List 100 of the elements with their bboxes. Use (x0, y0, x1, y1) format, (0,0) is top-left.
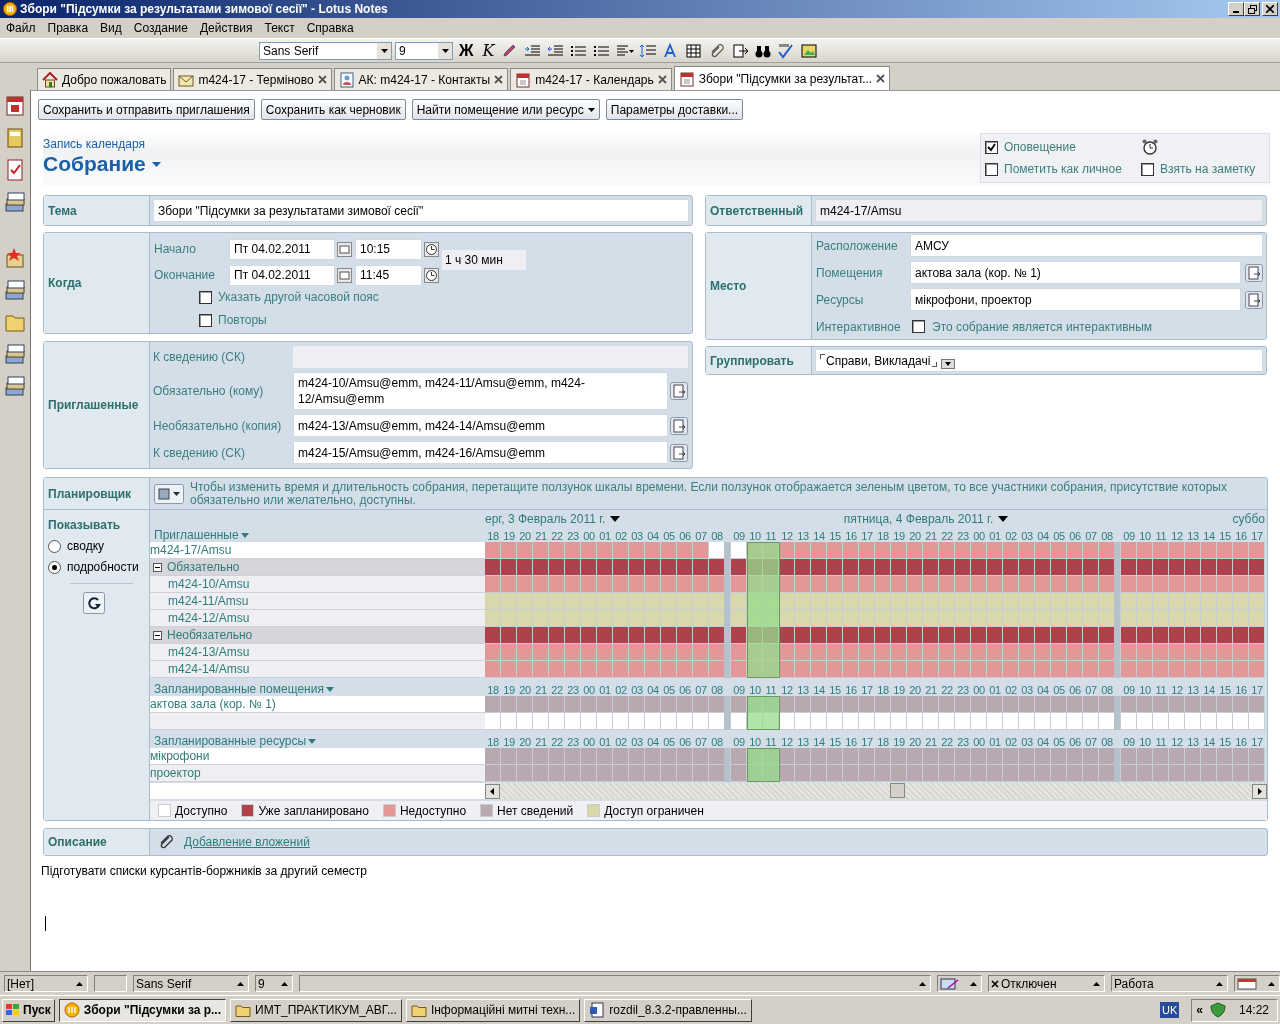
address-book-icon[interactable] (1245, 290, 1263, 309)
close-tab-icon[interactable] (317, 75, 327, 84)
action-button[interactable]: Сохранить и отправить приглашения (38, 99, 255, 120)
date-header[interactable]: пятница, 4 Февраль 2011 г. (843, 512, 1009, 526)
view-menu-icon[interactable] (154, 483, 184, 504)
bold-button[interactable]: Ж (456, 41, 477, 60)
language-indicator[interactable]: UK (1160, 1002, 1180, 1018)
stack-icon[interactable] (4, 278, 26, 302)
inbox-status[interactable] (1234, 975, 1280, 992)
document-tab[interactable]: АК: m424-17 - Контакты (333, 68, 509, 90)
spacing-icon[interactable] (639, 42, 658, 59)
dropdown-icon[interactable] (941, 358, 956, 369)
menu-item[interactable]: Правка (41, 21, 95, 35)
document-tab[interactable]: Добро пожаловать (37, 68, 172, 90)
restore-button[interactable] (1244, 2, 1260, 16)
scroll-left-icon[interactable] (485, 783, 500, 799)
start-button[interactable]: Пуск (2, 998, 55, 1022)
document-tab[interactable]: m424-17 - Терміново (173, 68, 332, 90)
attach-link[interactable]: Добавление вложений (184, 835, 310, 849)
location-field[interactable]: АМСУ (910, 234, 1263, 257)
subject-field[interactable]: Збори "Підсумки за результатами зимової сесії" (153, 199, 689, 222)
outdent-icon[interactable] (547, 42, 566, 59)
form-type-dropdown[interactable]: Собрание (43, 152, 161, 176)
size-status[interactable]: 9 (255, 975, 293, 992)
radio-button[interactable] (48, 560, 61, 574)
menu-item[interactable]: Текст (258, 21, 301, 35)
calendar-icon[interactable] (337, 267, 352, 283)
address-book-icon[interactable] (670, 382, 688, 400)
italic-button[interactable]: K (479, 41, 498, 60)
checkbox[interactable] (985, 162, 998, 176)
checkbox[interactable] (199, 313, 212, 327)
close-tab-icon[interactable] (494, 75, 504, 84)
menu-item[interactable]: Вид (94, 21, 128, 35)
address-field[interactable]: m424-15/Amsu@emm, m424-16/Amsu@emm (293, 441, 668, 464)
checkbox[interactable] (912, 320, 925, 333)
menu-item[interactable]: Файл (0, 21, 42, 35)
date-field[interactable]: Пт 04.02.2011 (229, 238, 335, 260)
checklist-icon[interactable] (4, 158, 26, 182)
calendar-icon[interactable] (337, 241, 352, 257)
collapse-icon[interactable] (153, 630, 162, 640)
date-header[interactable]: ерг, 3 Февраль 2011 г. (485, 512, 621, 526)
book-icon[interactable] (4, 126, 26, 150)
font-status[interactable]: Sans Serif (133, 975, 249, 992)
time-slider[interactable] (747, 748, 780, 782)
taskbar-button[interactable]: Збори "Підсумки за р... (58, 998, 227, 1022)
stack-icon[interactable] (4, 190, 26, 214)
taskbar-button[interactable]: ИМТ_ПРАКТИКУМ_АВГ... (230, 998, 402, 1022)
place-status[interactable]: Работа (1111, 975, 1228, 992)
close-tab-icon[interactable] (657, 75, 667, 84)
spell-icon[interactable] (777, 42, 796, 59)
section-header[interactable]: Приглашенные (154, 528, 249, 542)
message-status[interactable] (299, 975, 931, 992)
address-field[interactable]: m424-10/Amsu@emm, m424-11/Amsu@emm, m424-12/Amsu@emm (293, 372, 668, 410)
action-button[interactable]: Найти помещение или ресурс (411, 99, 600, 120)
action-button[interactable]: Параметры доставки... (605, 99, 744, 120)
close-tab-icon[interactable] (876, 74, 886, 83)
paperclip-icon[interactable] (158, 834, 174, 850)
caret-icon[interactable] (610, 516, 621, 522)
body-text[interactable]: Підготувати списки курсантів-боржників за другий семестр (41, 864, 367, 878)
indent-icon[interactable] (524, 42, 543, 59)
time-slider[interactable] (747, 696, 780, 730)
category-field[interactable]: Справи, Викладачі (815, 349, 1263, 372)
clock-icon[interactable] (424, 267, 439, 283)
taskbar-button[interactable]: Інформаційні митні техн... (405, 998, 581, 1022)
document-tab[interactable]: m424-17 - Календарь (510, 68, 672, 90)
lookup-field[interactable]: актова зала (кор. № 1) (910, 261, 1241, 284)
address-book-icon[interactable] (670, 416, 688, 435)
scroll-thumb[interactable] (890, 783, 905, 798)
table-icon[interactable] (685, 42, 704, 59)
radio-button[interactable] (48, 539, 61, 553)
document-tab[interactable]: Збори "Підсумки за результат... (673, 66, 891, 90)
scroll-right-icon[interactable] (1252, 783, 1267, 799)
refresh-icon[interactable] (83, 592, 105, 614)
menu-item[interactable]: Создание (127, 21, 194, 35)
replication-status[interactable] (937, 975, 982, 992)
address-field[interactable]: m424-13/Amsu@emm, m424-14/Amsu@emm (293, 414, 668, 437)
shield-icon[interactable] (1208, 1002, 1227, 1018)
star-icon[interactable] (4, 246, 26, 270)
calendar-icon[interactable] (4, 94, 26, 118)
time-field[interactable]: 11:45 (355, 264, 422, 286)
menu-item[interactable]: Справка (300, 21, 360, 35)
close-button[interactable] (1262, 2, 1278, 16)
checkbox[interactable] (199, 290, 212, 304)
action-button[interactable]: Сохранить как черновик (260, 99, 406, 120)
connection-status[interactable]: Отключен (988, 975, 1105, 992)
export-icon[interactable] (731, 42, 750, 59)
collapse-icon[interactable] (153, 562, 162, 572)
address-book-icon[interactable] (670, 443, 688, 462)
date-field[interactable]: Пт 04.02.2011 (229, 264, 335, 286)
caret-icon[interactable] (998, 516, 1009, 522)
horizontal-scrollbar[interactable] (485, 783, 1267, 799)
picture-icon[interactable] (800, 42, 819, 59)
minimize-button[interactable] (1228, 2, 1244, 16)
font-size-select[interactable]: 9 (395, 41, 453, 60)
time-slider[interactable] (747, 542, 780, 678)
taskbar-button[interactable]: rozdil_8.3.2-правленны... (584, 998, 752, 1022)
stack-icon[interactable] (4, 342, 26, 366)
font-select[interactable]: Sans Serif (259, 41, 392, 60)
align-icon[interactable] (616, 42, 635, 59)
location-status[interactable]: [Нет] (4, 975, 88, 992)
